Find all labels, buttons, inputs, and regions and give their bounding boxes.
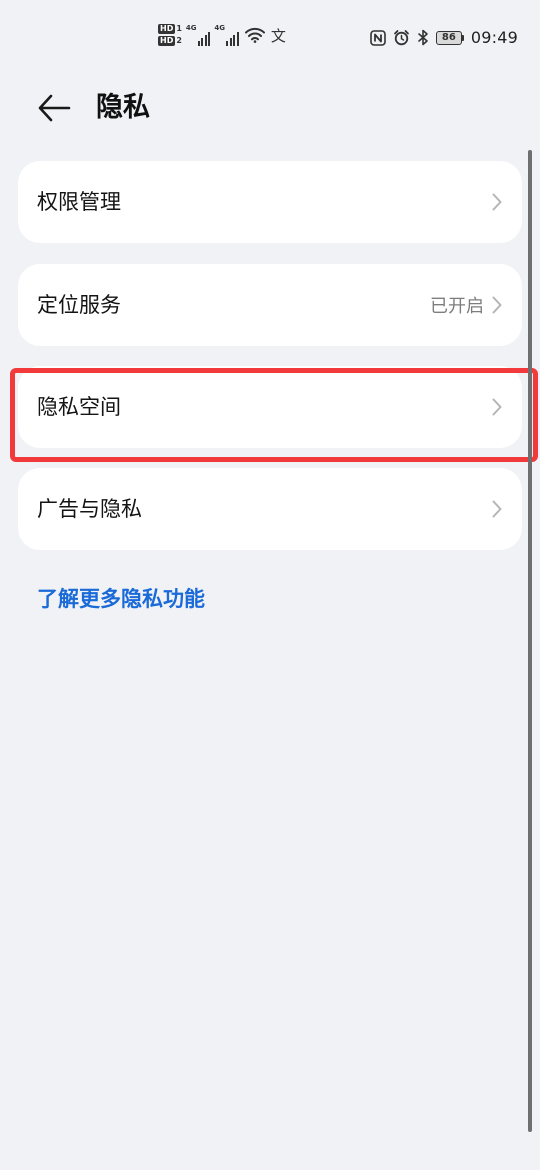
signal-icon-sim1: 4G (186, 24, 211, 46)
wifi-icon (244, 27, 265, 43)
hd-indicators: HD 1 HD 2 (158, 24, 182, 46)
location-status-value: 已开启 (430, 296, 484, 317)
settings-item-ads-and-privacy[interactable]: 广告与隐私 (18, 468, 522, 550)
settings-item-label: 隐私空间 (37, 395, 121, 419)
hd-label: HD (158, 24, 176, 34)
status-bar: HD 1 HD 2 4G 4G 文 86 09:49 (0, 0, 540, 80)
page-title: 隐私 (96, 92, 150, 123)
battery-level: 86 (435, 30, 462, 45)
settings-item-permission-management[interactable]: 权限管理 (18, 161, 522, 243)
settings-item-label: 定位服务 (37, 293, 121, 317)
bluetooth-icon (417, 29, 429, 46)
chevron-right-icon (492, 500, 502, 518)
network-type-label: 4G (185, 24, 197, 32)
hd-sim-number: 1 (176, 24, 182, 33)
alarm-icon (393, 29, 410, 46)
settings-item-label: 权限管理 (37, 190, 121, 214)
signal-icon-sim2: 4G (214, 24, 239, 46)
hd-sim-number: 2 (176, 36, 182, 45)
language-icon: 文 (270, 26, 286, 45)
arrow-left-icon (38, 94, 71, 122)
settings-item-private-space[interactable]: 隐私空间 (18, 366, 522, 448)
status-bar-right: 86 09:49 (370, 28, 518, 47)
chevron-right-icon (492, 296, 502, 314)
nfc-icon (370, 29, 386, 46)
back-button[interactable] (36, 91, 72, 125)
battery-icon: 86 (435, 30, 464, 45)
header: 隐私 (0, 85, 540, 131)
scrollbar[interactable] (528, 150, 532, 1132)
hd-label: HD (158, 36, 176, 46)
status-bar-left: HD 1 HD 2 4G 4G 文 (158, 24, 286, 46)
settings-item-label: 广告与隐私 (37, 497, 142, 521)
network-type-label: 4G (214, 24, 226, 32)
hd-badge-2: HD 2 (158, 36, 182, 46)
learn-more-privacy-link[interactable]: 了解更多隐私功能 (37, 582, 205, 616)
hd-badge-1: HD 1 (158, 24, 182, 34)
settings-item-location-services[interactable]: 定位服务 已开启 (18, 264, 522, 346)
clock: 09:49 (470, 28, 518, 47)
chevron-right-icon (492, 193, 502, 211)
chevron-right-icon (492, 398, 502, 416)
